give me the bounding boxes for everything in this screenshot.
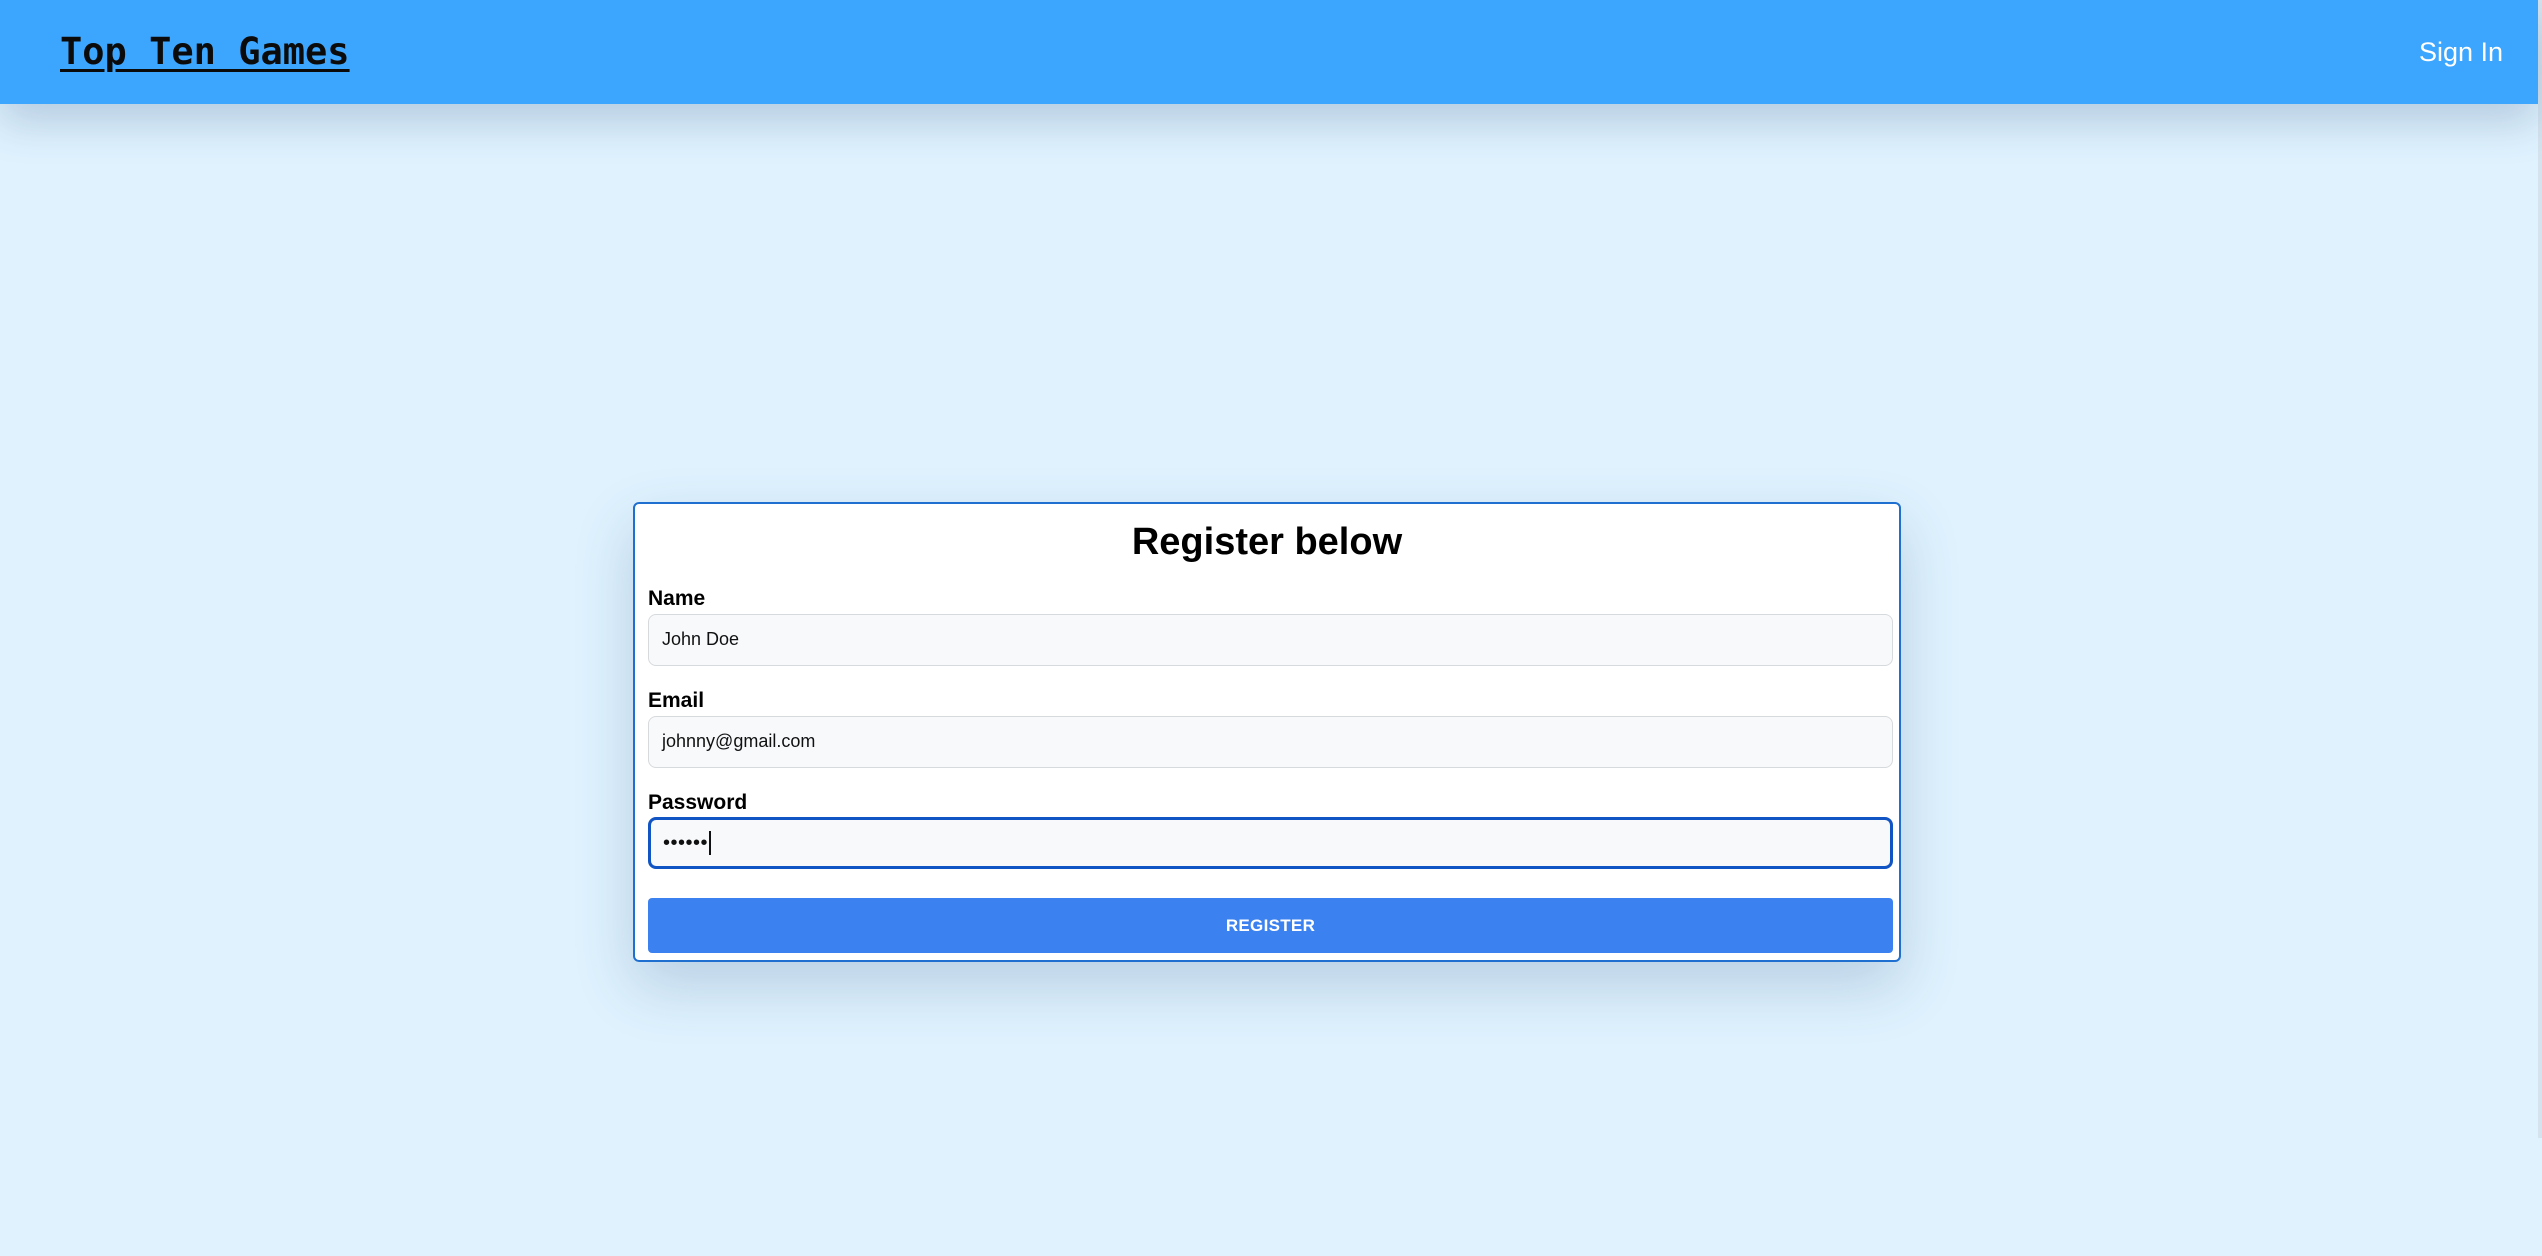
sign-in-link[interactable]: Sign In bbox=[2419, 32, 2503, 72]
name-input-value: John Doe bbox=[662, 629, 740, 649]
scrollbar-track[interactable] bbox=[2538, 0, 2542, 1138]
password-label: Password bbox=[648, 791, 748, 814]
email-label: Email bbox=[648, 689, 705, 712]
register-button[interactable]: REGISTER bbox=[648, 898, 1893, 953]
name-input[interactable]: John Doe bbox=[648, 614, 1893, 666]
brand-link[interactable]: Top Ten Games bbox=[60, 26, 350, 78]
text-caret bbox=[709, 830, 711, 855]
email-input[interactable]: johnny@gmail.com bbox=[648, 716, 1893, 768]
form-title: Register below bbox=[1131, 521, 1403, 563]
register-form-card: Register below Name John Doe Email johnn… bbox=[633, 502, 1901, 962]
password-input[interactable]: •••••• bbox=[648, 817, 1893, 869]
name-label: Name bbox=[648, 587, 706, 610]
top-navbar: Top Ten Games Sign In bbox=[0, 0, 2538, 104]
email-input-value: johnny@gmail.com bbox=[662, 731, 816, 751]
password-input-value: •••••• bbox=[663, 832, 709, 854]
